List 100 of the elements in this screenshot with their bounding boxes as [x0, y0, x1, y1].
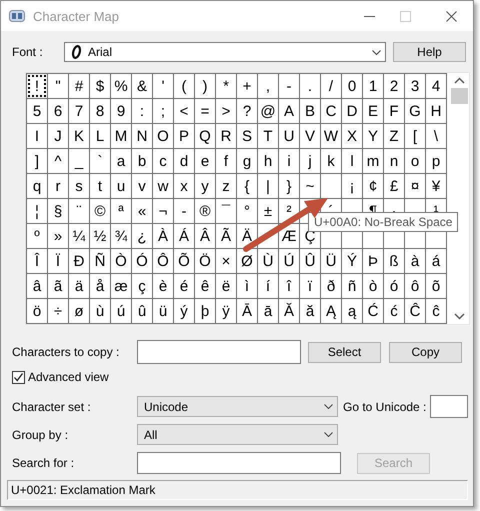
character-set-dropdown[interactable]: Unicode [137, 396, 338, 417]
character-cell[interactable]: p [426, 149, 446, 173]
character-cell[interactable]: J [48, 124, 68, 148]
character-cell[interactable]: ¬ [153, 199, 173, 223]
character-cell[interactable]: ! [27, 74, 47, 98]
character-cell[interactable]: j [300, 149, 320, 173]
character-cell[interactable]: @ [258, 99, 278, 123]
character-cell[interactable]: _ [69, 149, 89, 173]
scroll-up-icon[interactable] [454, 77, 464, 84]
character-cell[interactable]: Ú [279, 249, 299, 273]
character-cell[interactable]: ¨ [69, 199, 89, 223]
character-cell[interactable]: C [321, 99, 341, 123]
character-cell[interactable]: ] [27, 149, 47, 173]
character-cell[interactable]: g [237, 149, 257, 173]
character-cell[interactable]: ¤ [405, 174, 425, 198]
scrollbar-thumb[interactable] [450, 88, 468, 104]
character-cell[interactable]: 5 [27, 99, 47, 123]
character-cell[interactable]: × [216, 249, 236, 273]
character-cell[interactable] [321, 174, 341, 198]
character-cell[interactable]: D [342, 99, 362, 123]
character-cell[interactable]: ¢ [363, 174, 383, 198]
character-cell[interactable]: ü [153, 299, 173, 323]
character-cell[interactable]: ¥ [426, 174, 446, 198]
character-cell[interactable]: Ă [279, 299, 299, 323]
character-cell[interactable]: o [405, 149, 425, 173]
character-cell[interactable]: B [300, 99, 320, 123]
character-cell[interactable]: â [27, 274, 47, 298]
close-icon[interactable] [446, 10, 457, 22]
character-cell[interactable]: ă [300, 299, 320, 323]
character-cell[interactable]: ê [195, 274, 215, 298]
character-cell[interactable]: # [69, 74, 89, 98]
character-cell[interactable]: Ö [195, 249, 215, 273]
character-cell[interactable]: " [48, 74, 68, 98]
character-cell[interactable]: | [258, 174, 278, 198]
character-cell[interactable]: Y [363, 124, 383, 148]
character-cell[interactable]: R [216, 124, 236, 148]
character-cell[interactable]: å [90, 274, 110, 298]
character-cell[interactable]: Ć [363, 299, 383, 323]
character-cell[interactable]: Ý [342, 249, 362, 273]
character-cell[interactable]: ¾ [111, 224, 131, 248]
character-cell[interactable]: H [426, 99, 446, 123]
character-cell[interactable]: n [384, 149, 404, 173]
character-cell[interactable]: ¿ [132, 224, 152, 248]
character-cell[interactable]: x [174, 174, 194, 198]
character-cell[interactable]: § [48, 199, 68, 223]
character-cell[interactable]: ) [195, 74, 215, 98]
character-cell[interactable]: 7 [69, 99, 89, 123]
character-cell[interactable]: Õ [174, 249, 194, 273]
search-field[interactable] [137, 452, 341, 474]
character-cell[interactable]: ù [90, 299, 110, 323]
character-cell[interactable]: á [426, 249, 446, 273]
go-to-unicode-field[interactable] [430, 395, 468, 418]
character-cell[interactable]: y [195, 174, 215, 198]
character-cell[interactable]: 3 [405, 74, 425, 98]
character-cell[interactable]: Ü [321, 249, 341, 273]
character-cell[interactable]: M [111, 124, 131, 148]
character-cell[interactable]: ± [258, 199, 278, 223]
character-cell[interactable]: õ [426, 274, 446, 298]
character-cell[interactable]: < [174, 99, 194, 123]
character-cell[interactable]: ì [237, 274, 257, 298]
character-cell[interactable]: Ð [69, 249, 89, 273]
character-cell[interactable]: - [174, 199, 194, 223]
character-cell[interactable]: ý [174, 299, 194, 323]
character-cell[interactable]: Þ [363, 249, 383, 273]
character-cell[interactable]: P [174, 124, 194, 148]
character-cell[interactable]: ª [111, 199, 131, 223]
character-cell[interactable]: ï [300, 274, 320, 298]
character-cell[interactable]: ą [342, 299, 362, 323]
character-cell[interactable]: 4 [426, 74, 446, 98]
character-cell[interactable]: © [90, 199, 110, 223]
font-dropdown[interactable]: Arial [64, 42, 386, 62]
character-cell[interactable]: W [321, 124, 341, 148]
character-cell[interactable]: [ [405, 124, 425, 148]
character-cell[interactable]: Á [174, 224, 194, 248]
character-cell[interactable]: 9 [111, 99, 131, 123]
character-cell[interactable]: £ [384, 174, 404, 198]
character-cell[interactable]: ^ [48, 149, 68, 173]
character-cell[interactable]: Z [384, 124, 404, 148]
character-cell[interactable]: ë [216, 274, 236, 298]
character-cell[interactable]: h [258, 149, 278, 173]
character-cell[interactable]: À [153, 224, 173, 248]
character-cell[interactable]: ö [27, 299, 47, 323]
character-cell[interactable]: ? [237, 99, 257, 123]
character-cell[interactable]: Û [300, 249, 320, 273]
character-cell[interactable]: ÿ [216, 299, 236, 323]
character-cell[interactable]: % [111, 74, 131, 98]
character-cell[interactable]: ð [321, 274, 341, 298]
character-cell[interactable]: ú [111, 299, 131, 323]
character-cell[interactable]: Ã [216, 224, 236, 248]
character-cell[interactable]: ® [195, 199, 215, 223]
character-cell[interactable]: I [27, 124, 47, 148]
character-cell[interactable]: Â [195, 224, 215, 248]
character-cell[interactable]: Ĉ [405, 299, 425, 323]
advanced-view-checkbox[interactable] [12, 370, 25, 384]
character-cell[interactable]: N [132, 124, 152, 148]
character-cell[interactable]: + [237, 74, 257, 98]
character-cell[interactable]: ç [132, 274, 152, 298]
character-cell[interactable]: - [279, 74, 299, 98]
character-cell[interactable]: û [132, 299, 152, 323]
character-cell[interactable]: Ò [111, 249, 131, 273]
